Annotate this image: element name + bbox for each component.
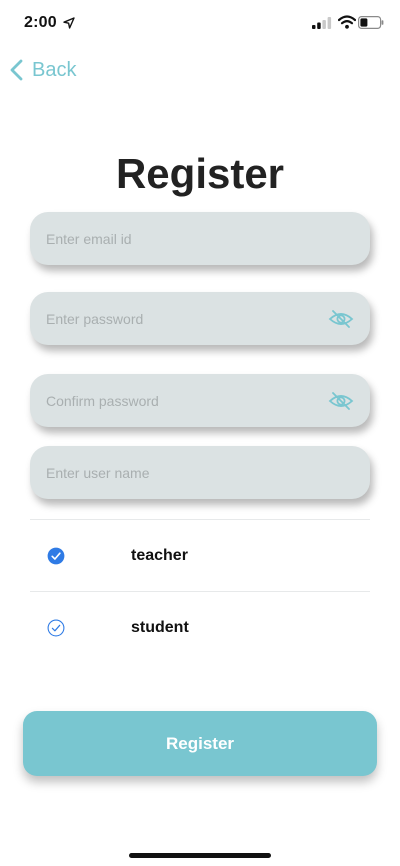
wifi-icon — [338, 15, 356, 29]
back-button[interactable]: Back — [8, 56, 76, 84]
battery-icon — [358, 16, 384, 29]
eye-off-icon[interactable] — [328, 391, 354, 410]
chevron-left-icon — [10, 59, 23, 81]
username-field-container — [30, 446, 370, 499]
back-label: Back — [32, 58, 77, 81]
checkmark-circle-outline-icon — [47, 619, 65, 637]
status-time: 2:00 — [24, 14, 57, 31]
signal-icon — [312, 17, 332, 29]
role-option-teacher[interactable]: teacher — [30, 520, 370, 592]
page-title: Register — [115, 150, 285, 197]
email-field-container — [30, 212, 370, 265]
role-label: student — [131, 619, 189, 636]
password-input[interactable] — [46, 310, 320, 327]
email-input[interactable] — [46, 230, 354, 247]
role-option-student[interactable]: student — [30, 592, 370, 664]
role-label: teacher — [131, 547, 188, 564]
checkmark-circle-filled-icon — [47, 547, 65, 565]
password-field-container — [30, 292, 370, 345]
register-button[interactable]: Register — [23, 711, 377, 776]
status-bar: 2:00 — [0, 0, 400, 46]
eye-off-icon[interactable] — [328, 309, 354, 328]
username-input[interactable] — [46, 464, 354, 481]
location-arrow-icon — [63, 17, 75, 29]
home-indicator — [129, 853, 271, 858]
confirm-password-input[interactable] — [46, 392, 320, 409]
confirm-password-field-container — [30, 374, 370, 427]
